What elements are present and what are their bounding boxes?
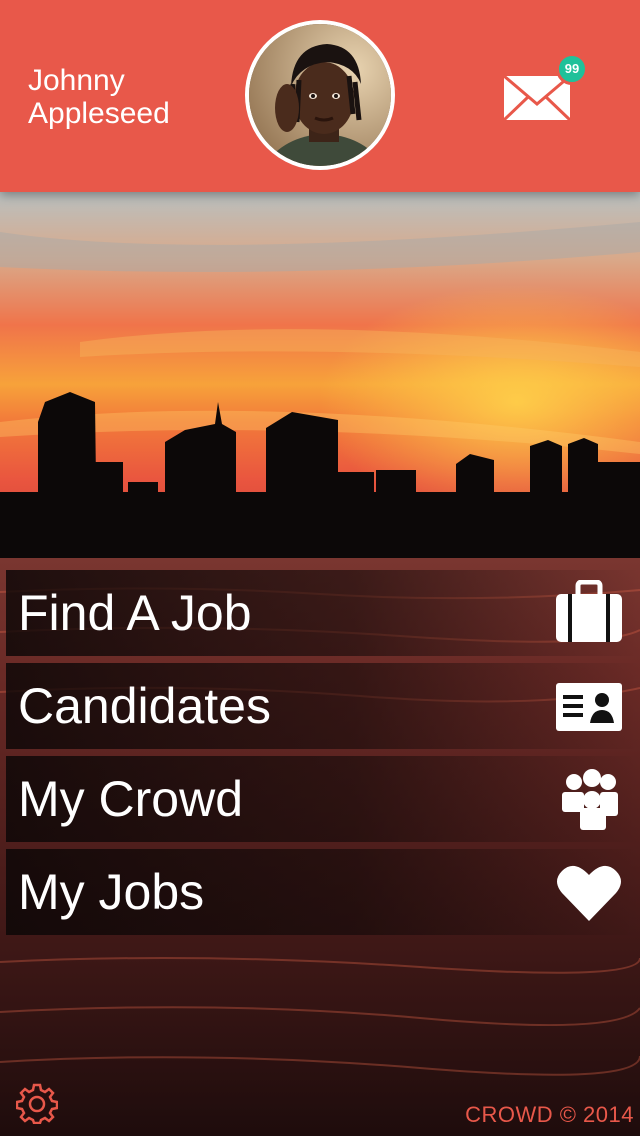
menu-item-label: My Crowd (18, 771, 244, 827)
app-header: Johnny Appleseed 99 (0, 0, 640, 192)
settings-button[interactable] (15, 1082, 59, 1125)
unread-count-badge: 99 (556, 53, 588, 85)
menu-item-label: Candidates (18, 678, 271, 734)
gear-icon (15, 1083, 59, 1125)
menu-item-my-jobs[interactable]: My Jobs (6, 849, 640, 935)
menu-item-candidates[interactable]: Candidates (6, 663, 640, 749)
menu-item-label: My Jobs (18, 864, 205, 920)
menu-item-label: Find A Job (18, 585, 252, 641)
avatar-photo (249, 24, 391, 166)
group-icon (562, 769, 618, 830)
menu-item-find-a-job[interactable]: Find A Job (6, 570, 640, 656)
heart-icon (557, 865, 621, 921)
id-card-icon (556, 683, 622, 731)
avatar[interactable] (245, 20, 395, 170)
copyright-text: CROWD © 2014 (465, 1102, 634, 1127)
briefcase-icon (556, 580, 622, 642)
menu-item-my-crowd[interactable]: My Crowd (6, 756, 640, 842)
user-name[interactable]: Johnny Appleseed (28, 64, 228, 130)
